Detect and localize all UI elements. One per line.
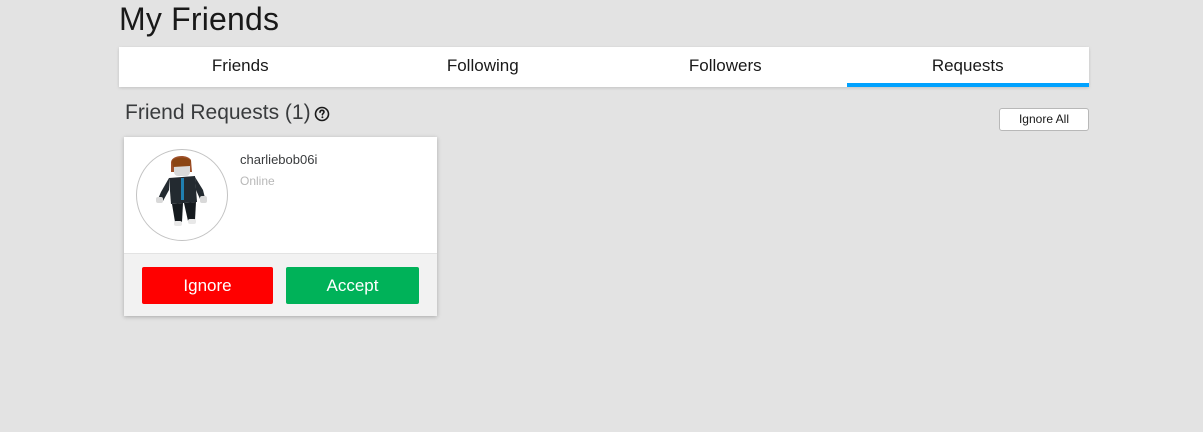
section-header: Friend Requests (1) bbox=[125, 99, 330, 127]
page-title: My Friends bbox=[119, 1, 280, 37]
question-circle-icon[interactable] bbox=[314, 106, 330, 122]
ignore-button[interactable]: Ignore bbox=[142, 267, 273, 304]
presence-status: Online bbox=[240, 174, 275, 188]
friend-request-card: charliebob06i Online Ignore Accept bbox=[124, 137, 437, 316]
avatar-icon bbox=[156, 156, 207, 226]
ignore-all-button[interactable]: Ignore All bbox=[999, 108, 1089, 131]
card-info: charliebob06i Online bbox=[124, 137, 437, 253]
section-title: Friend Requests (1) bbox=[125, 101, 311, 124]
card-actions: Ignore Accept bbox=[124, 253, 437, 316]
tab-friends[interactable]: Friends bbox=[119, 47, 362, 87]
avatar[interactable] bbox=[136, 149, 228, 241]
tab-bar: Friends Following Followers Requests bbox=[119, 47, 1089, 87]
tab-requests[interactable]: Requests bbox=[846, 47, 1090, 87]
accept-button[interactable]: Accept bbox=[286, 267, 419, 304]
username[interactable]: charliebob06i bbox=[240, 152, 317, 167]
tab-followers[interactable]: Followers bbox=[604, 47, 847, 87]
tab-following[interactable]: Following bbox=[362, 47, 605, 87]
